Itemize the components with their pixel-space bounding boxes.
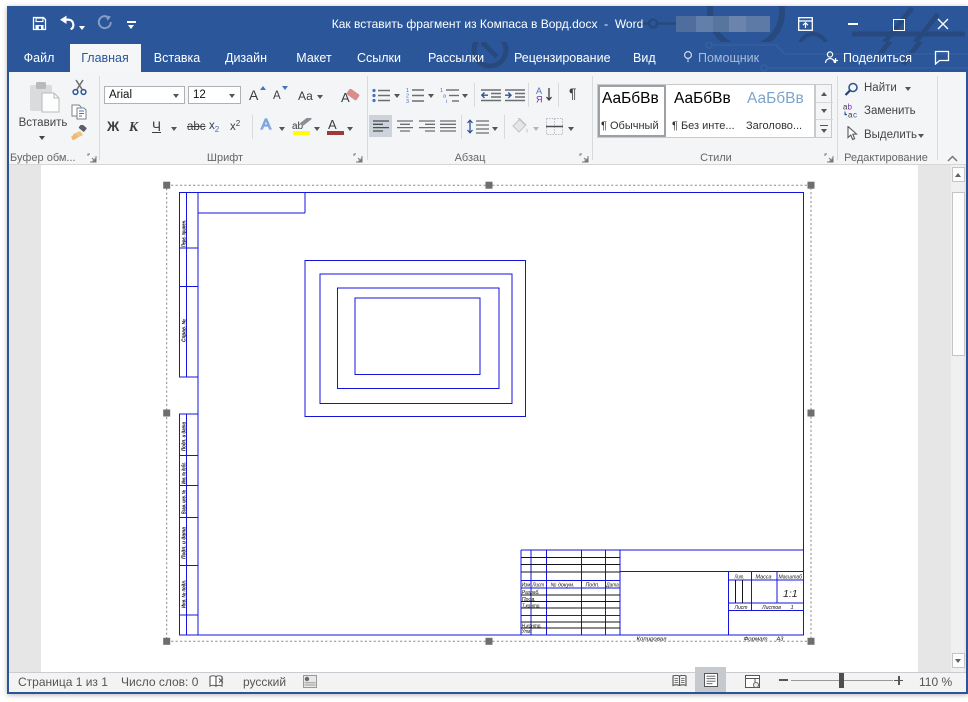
svg-text:Лист: Лист [734,605,748,611]
svg-text:Масштаб: Масштаб [779,574,803,580]
svg-text:Утв.: Утв. [521,629,532,635]
svg-text:c: c [853,111,857,119]
svg-text:Разраб.: Разраб. [522,590,540,596]
svg-text:Подп. и дата: Подп. и дата [181,422,187,451]
svg-text:№ докум.: № докум. [551,582,575,588]
svg-text:Справ. №: Справ. № [181,319,187,342]
svg-text:Подп.: Подп. [586,582,600,588]
svg-text:Лит.: Лит. [734,574,745,580]
svg-text:Пров.: Пров. [522,597,536,603]
svg-text:Инв. № дубл.: Инв. № дубл. [180,462,187,484]
svg-text:Листов: Листов [761,605,781,611]
svg-text:Взам. инв. №: Взам. инв. № [181,490,187,514]
svg-text:i: i [446,99,447,103]
svg-text:Изм: Изм [522,582,531,588]
svg-text:Я: Я [536,95,543,104]
svg-text:Т.контр.: Т.контр. [522,604,541,610]
svg-text:1: 1 [791,605,794,611]
svg-text:Инв. № подл.: Инв. № подл. [181,580,187,608]
svg-text:Лист: Лист [531,582,544,588]
svg-text:3: 3 [406,99,409,103]
svg-text:Дата: Дата [605,582,618,588]
svg-text:Формат: Формат [744,637,768,643]
svg-text:Перв. примен.: Перв. примен. [181,220,187,247]
svg-text:Масса: Масса [756,574,772,580]
svg-text:1:1: 1:1 [783,588,798,600]
svg-text:Подп. и дата: Подп. и дата [181,527,187,559]
